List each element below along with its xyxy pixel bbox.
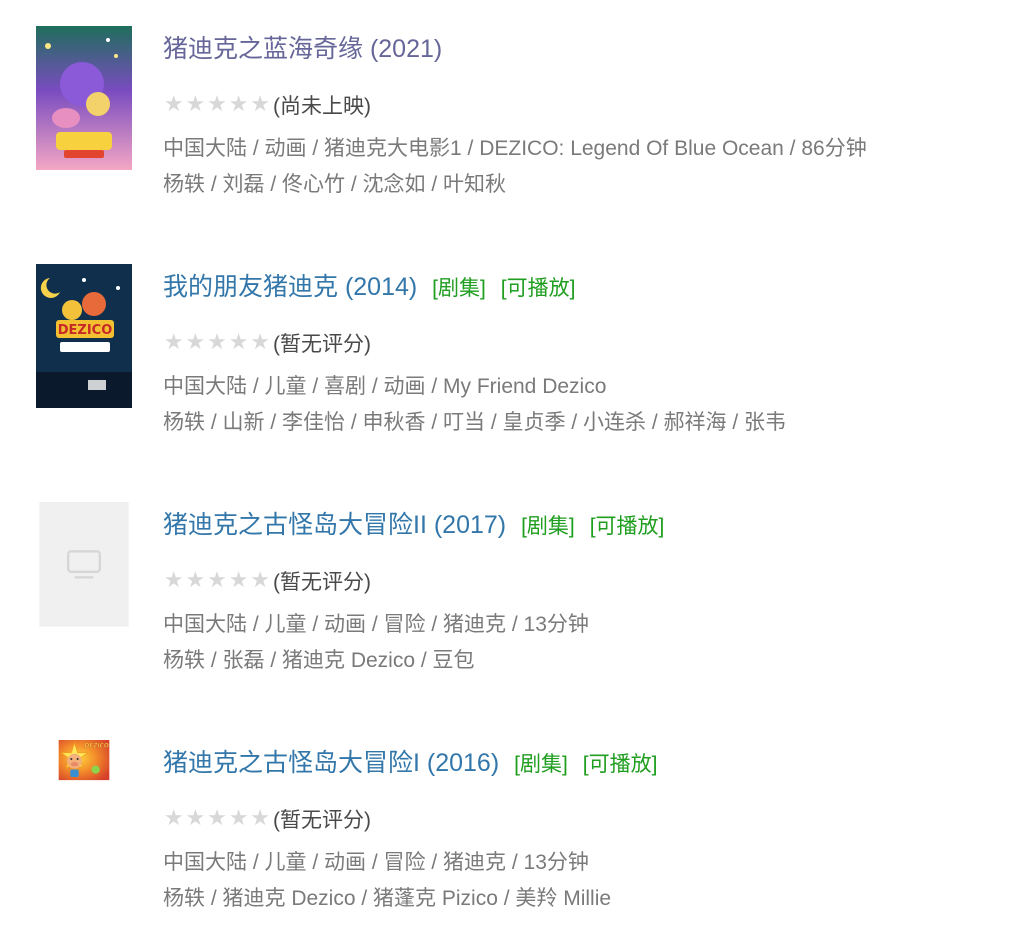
star-icon: ★	[250, 806, 271, 831]
star-icon: ★	[207, 806, 227, 831]
rating-row: ★ ★ ★ ★ ★ (尚未上映)	[163, 90, 371, 120]
movie-title-link[interactable]: 猪迪克之蓝海奇缘 (2021)	[163, 35, 442, 63]
title-row: 我的朋友猪迪克 (2014) [剧集] [可播放]	[163, 270, 575, 306]
rating-row: ★ ★ ★ ★ ★ (暂无评分)	[163, 804, 371, 834]
star-icon: ★	[185, 806, 206, 831]
star-icon: ★	[185, 92, 206, 117]
star-icon: ★	[228, 92, 249, 117]
star-icon: ★	[250, 568, 271, 593]
star-icon: ★	[163, 330, 184, 355]
title-row: 猪迪克之古怪岛大冒险II (2017) [剧集] [可播放]	[163, 508, 664, 544]
rating-row: ★ ★ ★ ★ ★ (暂无评分)	[163, 566, 371, 596]
movie-cast: 杨轶 / 猪迪克 Dezico / 猪蓬克 Pizico / 美羚 Millie	[163, 887, 612, 910]
movie-title-link[interactable]: 猪迪克之古怪岛大冒险II (2017)	[163, 511, 506, 539]
star-icon: ★	[207, 330, 227, 355]
list-item: DEZICO 猪迪克之古怪岛大冒险I (2016) [剧集] [可播放] ★ ★…	[0, 738, 1026, 938]
movie-poster[interactable]	[36, 26, 132, 170]
star-icon: ★	[228, 806, 249, 831]
movie-poster-placeholder[interactable]	[36, 502, 132, 646]
rating-stars: ★ ★ ★ ★ ★	[163, 94, 271, 116]
tag-playable[interactable]: [可播放]	[583, 753, 658, 776]
list-item: DEZICO 我的朋友猪迪克 (2014) [剧集] [可播放] ★ ★ ★ ★…	[0, 262, 1026, 462]
star-icon: ★	[250, 330, 271, 355]
movie-cast: 杨轶 / 刘磊 / 佟心竹 / 沈念如 / 叶知秋	[163, 173, 507, 196]
movie-info: 中国大陆 / 儿童 / 动画 / 冒险 / 猪迪克 / 13分钟	[163, 851, 589, 874]
rating-text: (尚未上映)	[272, 95, 371, 118]
movie-cast: 杨轶 / 山新 / 李佳怡 / 申秋香 / 叮当 / 皇贞季 / 小连杀 / 郝…	[163, 411, 787, 434]
rating-text: (暂无评分)	[272, 571, 371, 594]
star-icon: ★	[185, 568, 206, 593]
star-icon: ★	[163, 568, 184, 593]
tag-series[interactable]: [剧集]	[514, 753, 568, 776]
title-row: 猪迪克之蓝海奇缘 (2021)	[163, 32, 442, 66]
movie-poster[interactable]: DEZICO	[36, 740, 132, 884]
poster-logo-text: DEZICO	[58, 323, 113, 338]
search-results-list: 猪迪克之蓝海奇缘 (2021) ★ ★ ★ ★ ★ (尚未上映) 中国大陆 / …	[0, 0, 1026, 950]
poster-logo-text: DEZICO	[85, 743, 109, 749]
movie-info: 中国大陆 / 动画 / 猪迪克大电影1 / DEZICO: Legend Of …	[163, 137, 867, 160]
tag-playable[interactable]: [可播放]	[501, 277, 576, 300]
rating-text: (暂无评分)	[272, 333, 371, 356]
star-icon: ★	[163, 92, 184, 117]
movie-poster[interactable]: DEZICO	[36, 264, 132, 408]
list-item: 猪迪克之蓝海奇缘 (2021) ★ ★ ★ ★ ★ (尚未上映) 中国大陆 / …	[0, 24, 1026, 224]
star-icon: ★	[207, 92, 227, 117]
title-row: 猪迪克之古怪岛大冒险I (2016) [剧集] [可播放]	[163, 746, 657, 782]
list-item: 猪迪克之古怪岛大冒险II (2017) [剧集] [可播放] ★ ★ ★ ★ ★…	[0, 500, 1026, 700]
star-icon: ★	[185, 330, 206, 355]
star-icon: ★	[228, 330, 249, 355]
rating-text: (暂无评分)	[272, 809, 371, 832]
movie-title-link[interactable]: 我的朋友猪迪克 (2014)	[163, 273, 417, 301]
tag-series[interactable]: [剧集]	[521, 515, 575, 538]
rating-stars: ★ ★ ★ ★ ★	[163, 332, 271, 354]
star-icon: ★	[163, 806, 184, 831]
tag-series[interactable]: [剧集]	[432, 277, 486, 300]
star-icon: ★	[207, 568, 227, 593]
rating-row: ★ ★ ★ ★ ★ (暂无评分)	[163, 328, 371, 358]
movie-title-link[interactable]: 猪迪克之古怪岛大冒险I (2016)	[163, 749, 499, 777]
star-icon: ★	[250, 92, 271, 117]
movie-cast: 杨轶 / 张磊 / 猪迪克 Dezico / 豆包	[163, 649, 475, 672]
movie-info: 中国大陆 / 儿童 / 动画 / 冒险 / 猪迪克 / 13分钟	[163, 613, 589, 636]
star-icon: ★	[228, 568, 249, 593]
movie-info: 中国大陆 / 儿童 / 喜剧 / 动画 / My Friend Dezico	[163, 375, 607, 398]
rating-stars: ★ ★ ★ ★ ★	[163, 808, 271, 830]
tag-playable[interactable]: [可播放]	[590, 515, 665, 538]
rating-stars: ★ ★ ★ ★ ★	[163, 570, 271, 592]
